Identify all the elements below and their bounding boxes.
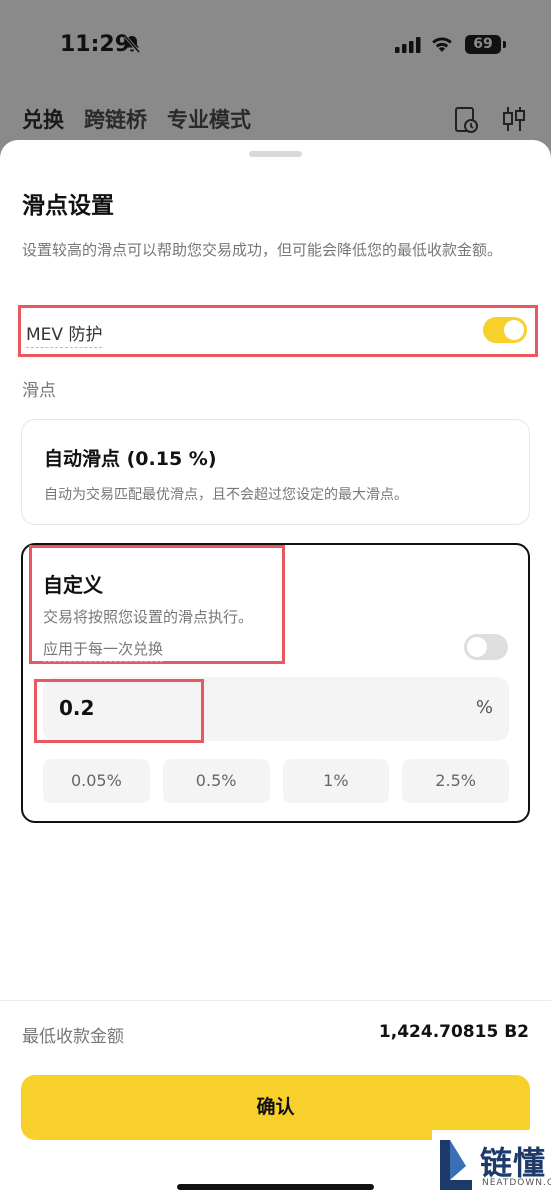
custom-slippage-description: 交易将按照您设置的滑点执行。 [43, 608, 254, 626]
preset-chip[interactable]: 2.5% [402, 759, 509, 803]
tab-bridge[interactable]: 跨链桥 [84, 104, 147, 134]
preset-chip[interactable]: 0.5% [162, 759, 270, 803]
home-indicator[interactable] [177, 1184, 374, 1190]
wifi-icon [432, 37, 452, 52]
watermark-logo-icon [440, 1140, 472, 1190]
min-receive-value: 1,424.70815 B2 [378, 1022, 529, 1042]
slippage-label: 滑点 [22, 381, 56, 401]
preset-chip[interactable]: 1% [282, 759, 390, 803]
chart-settings-icon[interactable] [502, 106, 526, 132]
tab-pro-mode[interactable]: 专业模式 [167, 104, 251, 134]
watermark-subtext: NEATDOWN.COM [482, 1178, 551, 1188]
history-icon[interactable] [454, 106, 478, 134]
tab-swap[interactable]: 兑换 [22, 104, 64, 134]
mev-protection-row: MEV 防护 [18, 305, 538, 357]
slippage-input[interactable]: 0.2 % [34, 677, 509, 743]
bell-muted-icon [123, 35, 141, 53]
mev-protection-toggle[interactable] [483, 317, 527, 343]
min-receive-label: 最低收款金额 [22, 1027, 124, 1047]
toggle-knob [467, 637, 487, 657]
status-time: 11:29 [60, 32, 131, 57]
sheet-handle[interactable] [249, 151, 302, 157]
cellular-signal-icon [395, 37, 421, 53]
apply-every-swap-toggle[interactable] [464, 634, 508, 660]
top-nav: 兑换 跨链桥 专业模式 [22, 104, 251, 134]
percent-unit: % [475, 697, 493, 718]
mev-protection-label: MEV 防护 [26, 320, 103, 348]
auto-slippage-option[interactable]: 自动滑点 (0.15 %) 自动为交易匹配最优滑点，且不会超过您设定的最大滑点。 [21, 419, 530, 525]
status-bar: 11:29 69 [0, 0, 551, 90]
sheet-description: 设置较高的滑点可以帮助您交易成功，但可能会降低您的最低收款金额。 [22, 241, 503, 259]
auto-slippage-title: 自动滑点 (0.15 %) [44, 448, 217, 470]
preset-chip[interactable]: 0.05% [43, 759, 150, 803]
slippage-sheet: 滑点设置 设置较高的滑点可以帮助您交易成功，但可能会降低您的最低收款金额。 ME… [0, 140, 551, 1200]
sheet-title: 滑点设置 [22, 193, 114, 219]
watermark: 链懂 NEATDOWN.COM [432, 1130, 551, 1200]
custom-slippage-option[interactable]: 自定义 交易将按照您设置的滑点执行。 应用于每一次兑换 0.2 % 0.05% … [21, 543, 530, 823]
toggle-knob [504, 320, 524, 340]
slippage-presets: 0.05% 0.5% 1% 2.5% [43, 759, 509, 803]
custom-slippage-title: 自定义 [43, 573, 103, 597]
apply-every-swap-label: 应用于每一次兑换 [43, 638, 164, 662]
battery-indicator: 69 [465, 35, 506, 54]
auto-slippage-description: 自动为交易匹配最优滑点，且不会超过您设定的最大滑点。 [44, 487, 408, 503]
divider [0, 1000, 551, 1001]
slippage-input-value[interactable]: 0.2 [59, 696, 94, 720]
